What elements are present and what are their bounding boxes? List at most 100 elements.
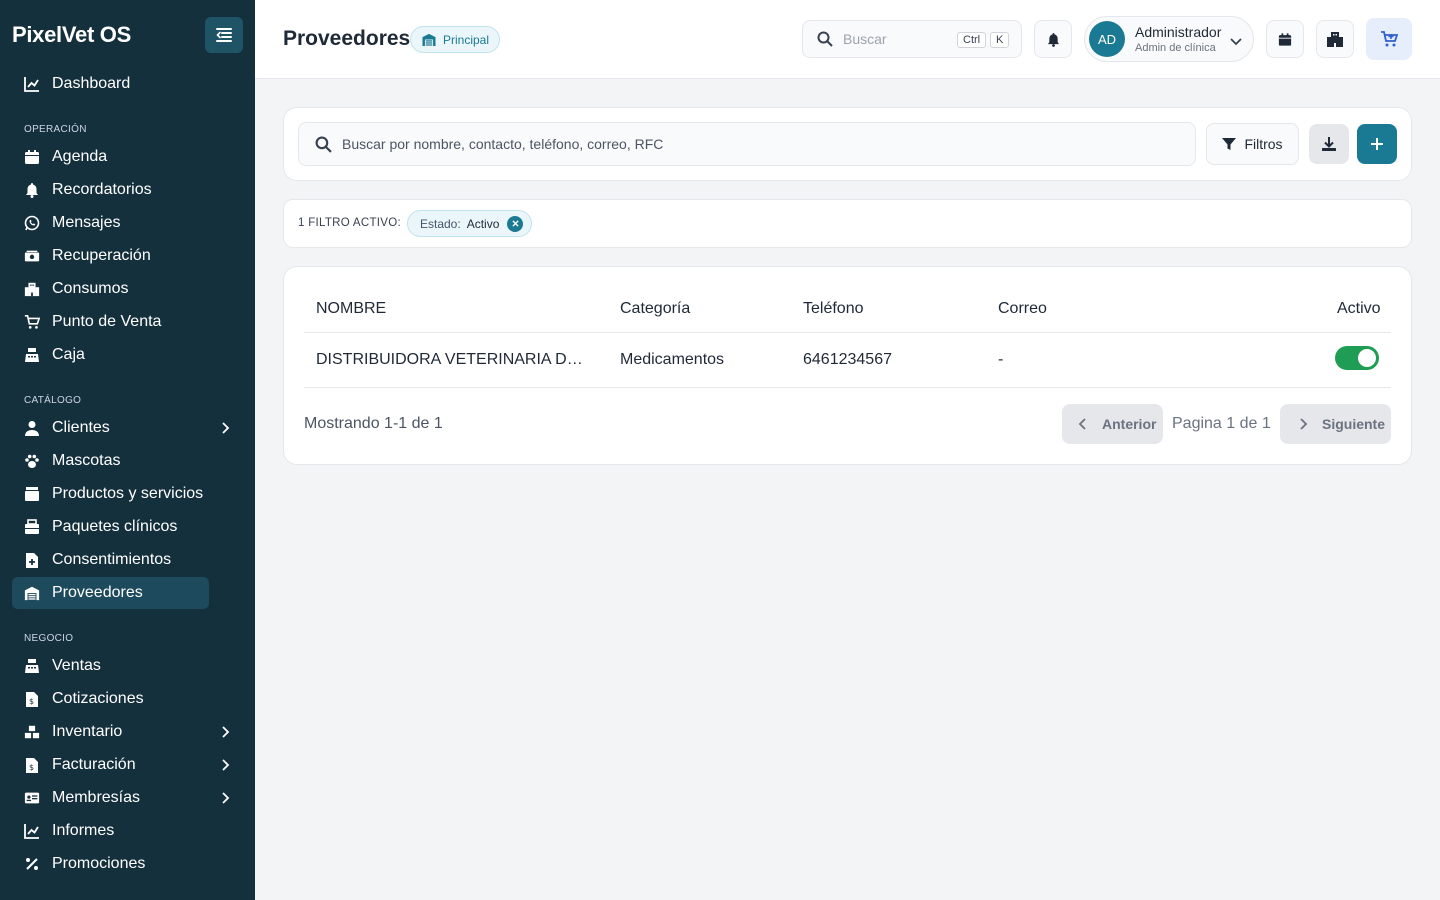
column-header-correo[interactable]: Correo <box>998 300 1047 318</box>
chevron-right-icon <box>222 792 230 804</box>
download-button[interactable] <box>1309 124 1349 164</box>
notifications-button[interactable] <box>1034 20 1072 58</box>
branch-label: Principal <box>443 32 490 47</box>
sidebar-item-label: Consentimientos <box>52 551 172 568</box>
filter-icon <box>1222 138 1237 150</box>
close-icon <box>512 220 519 227</box>
collapse-icon <box>216 28 232 42</box>
column-header-categoria[interactable]: Categoría <box>620 300 690 318</box>
whatsapp-icon <box>24 215 40 231</box>
sidebar-item-mascotas[interactable]: Mascotas <box>12 445 209 477</box>
sidebar-item-consumos[interactable]: Consumos <box>12 273 209 305</box>
sidebar-item-caja[interactable]: Caja <box>12 339 209 371</box>
column-header-activo[interactable]: Activo <box>1337 300 1381 318</box>
active-filters-bar: 1 FILTRO ACTIVO: Estado: Activo <box>283 199 1412 248</box>
sidebar-item-label: Membresías <box>52 789 141 806</box>
cart-icon <box>24 314 40 330</box>
boxes-icon <box>24 724 40 740</box>
invoice-dollar-icon: $ <box>24 757 40 773</box>
previous-label: Anterior <box>1102 416 1157 432</box>
pagination-summary: Mostrando 1-1 de 1 <box>304 415 443 432</box>
chevron-right-icon <box>1300 418 1308 430</box>
search-icon <box>817 31 833 47</box>
active-toggle[interactable] <box>1335 346 1379 370</box>
sidebar-item-facturacion[interactable]: $ Facturación <box>12 749 230 781</box>
section-label-operacion: OPERACIÓN <box>24 124 87 135</box>
page-title: Proveedores <box>283 27 411 50</box>
sidebar-item-recordatorios[interactable]: Recordatorios <box>12 174 209 206</box>
calendar-button[interactable] <box>1266 20 1304 58</box>
money-icon <box>24 248 40 264</box>
global-search[interactable]: Buscar Ctrl K <box>802 20 1022 58</box>
sidebar-item-informes[interactable]: Informes <box>12 815 209 847</box>
sidebar-item-inventario[interactable]: Inventario <box>12 716 230 748</box>
sidebar-item-label: Informes <box>52 822 115 839</box>
active-filters-label: 1 FILTRO ACTIVO: <box>298 217 401 229</box>
chart-line-icon <box>24 76 40 92</box>
sidebar-item-mensajes[interactable]: Mensajes <box>12 207 209 239</box>
sidebar-item-clientes[interactable]: Clientes <box>12 412 230 444</box>
column-header-telefono[interactable]: Teléfono <box>803 300 864 318</box>
sidebar-item-label: Clientes <box>52 419 110 436</box>
filters-label: Filtros <box>1244 136 1283 152</box>
sidebar-item-punto-de-venta[interactable]: Punto de Venta <box>12 306 209 338</box>
kbd-ctrl: Ctrl <box>957 32 987 48</box>
page-indicator: Pagina 1 de 1 <box>1172 415 1271 432</box>
sidebar-item-label: Paquetes clínicos <box>52 518 178 535</box>
sidebar-item-promociones[interactable]: Promociones <box>12 848 209 880</box>
sidebar-item-ventas[interactable]: Ventas <box>12 650 209 682</box>
svg-text:$: $ <box>29 697 34 706</box>
sidebar-item-label: Recordatorios <box>52 181 152 198</box>
paw-icon <box>24 453 40 469</box>
branch-badge[interactable]: Principal <box>410 26 501 53</box>
building-icon <box>1327 32 1343 47</box>
sidebar-item-cotizaciones[interactable]: $ Cotizaciones <box>12 683 209 715</box>
calendar-icon <box>24 149 40 165</box>
sidebar-item-agenda[interactable]: Agenda <box>12 141 209 173</box>
sidebar-item-label: Punto de Venta <box>52 313 162 330</box>
providers-table-card: NOMBRE Categoría Teléfono Correo Activo … <box>283 266 1412 465</box>
sidebar-item-label: Ventas <box>52 657 101 674</box>
provider-search-input[interactable]: Buscar por nombre, contacto, teléfono, c… <box>298 122 1196 166</box>
sidebar-item-label: Promociones <box>52 855 146 872</box>
sidebar-item-productos[interactable]: Productos y servicios <box>12 478 209 510</box>
section-label-catalogo: CATÁLOGO <box>24 395 82 406</box>
sidebar-item-paquetes[interactable]: Paquetes clínicos <box>12 511 209 543</box>
column-header-nombre[interactable]: NOMBRE <box>316 300 386 318</box>
filters-button[interactable]: Filtros <box>1206 123 1299 165</box>
sidebar-item-label: Proveedores <box>52 584 143 601</box>
sidebar-item-label: Recuperación <box>52 247 151 264</box>
pos-cart-button[interactable] <box>1366 18 1412 60</box>
sidebar-item-recuperacion[interactable]: Recuperación <box>12 240 209 272</box>
global-search-placeholder: Buscar <box>843 31 887 47</box>
cart-plus-icon <box>1381 31 1398 47</box>
calendar-icon <box>1278 32 1292 46</box>
sidebar-item-label: Consumos <box>52 280 129 297</box>
cash-register-icon <box>24 347 40 363</box>
sidebar-item-label: Mascotas <box>52 452 121 469</box>
next-label: Siguiente <box>1322 416 1386 432</box>
sidebar-item-consentimientos[interactable]: Consentimientos <box>12 544 209 576</box>
remove-filter-button[interactable] <box>507 215 524 232</box>
percent-icon <box>24 856 40 872</box>
sidebar-item-membresias[interactable]: Membresías <box>12 782 230 814</box>
user-menu[interactable]: AD Administrador Admin de clínica <box>1084 16 1254 62</box>
add-provider-button[interactable] <box>1357 124 1397 164</box>
sidebar-item-dashboard[interactable]: Dashboard <box>12 68 209 100</box>
next-page-button[interactable]: Siguiente <box>1280 404 1391 444</box>
file-medical-icon <box>24 552 40 568</box>
sidebar-item-label: Cotizaciones <box>52 690 144 707</box>
building-icon <box>24 281 40 297</box>
sidebar-item-proveedores[interactable]: Proveedores <box>12 577 209 609</box>
previous-page-button[interactable]: Anterior <box>1062 404 1163 444</box>
warehouse-icon <box>24 585 40 601</box>
avatar: AD <box>1089 21 1125 57</box>
filter-chip-value: Activo <box>466 216 500 231</box>
collapse-sidebar-button[interactable] <box>205 17 243 53</box>
consumos-button[interactable] <box>1316 20 1354 58</box>
bell-icon <box>24 182 40 198</box>
chevron-right-icon <box>222 422 230 434</box>
user-name: Administrador <box>1135 24 1222 40</box>
sidebar-item-label: Mensajes <box>52 214 121 231</box>
chart-line-icon <box>24 823 40 839</box>
